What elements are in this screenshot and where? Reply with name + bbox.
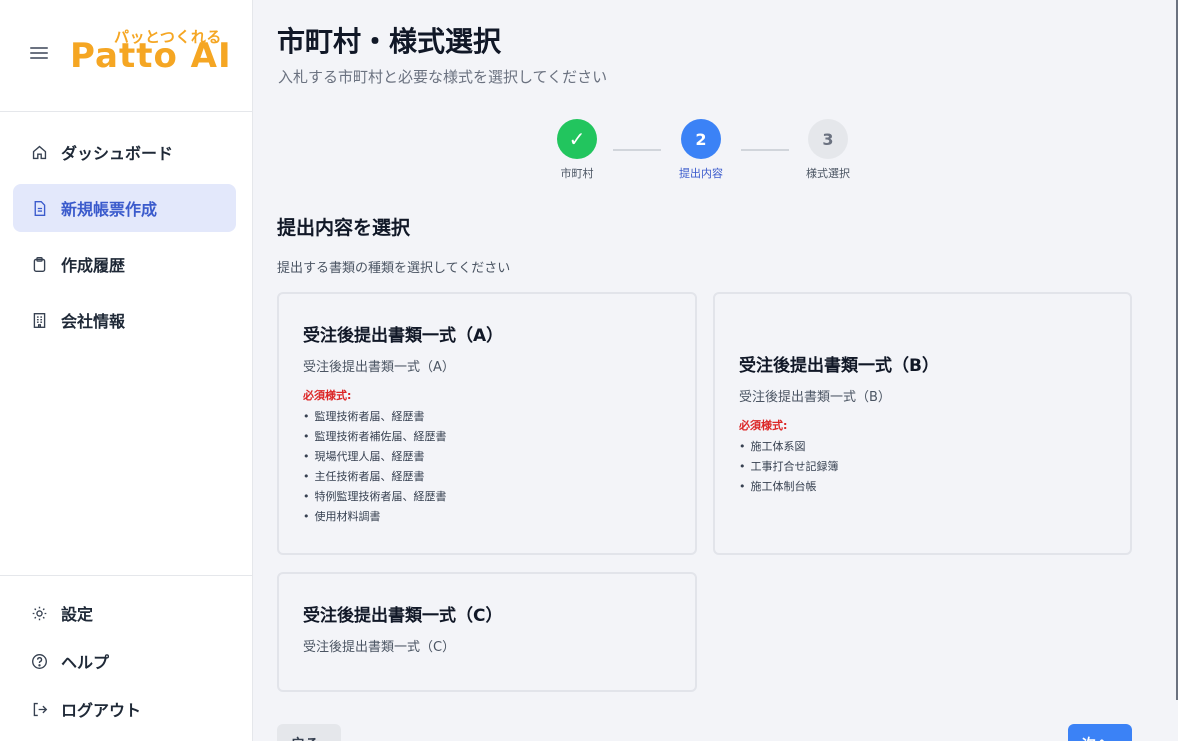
page-title: 市町村・様式選択 xyxy=(277,25,502,58)
sidebar-nav: ダッシュボード 新規帳票作成 作成履歴 会社情報 xyxy=(13,128,236,352)
logo-wordmark: Patto AI xyxy=(70,36,232,76)
list-item: 監理技術者届、経歴書 xyxy=(303,407,671,427)
sidebar-item-label: ダッシュボード xyxy=(61,144,174,163)
sidebar-item-settings[interactable]: 設定 xyxy=(13,589,236,637)
step-municipality[interactable]: ✓ 市町村 xyxy=(537,119,617,181)
required-label: 必須様式: xyxy=(739,419,788,432)
required-list: 施工体系図 工事打合せ記録簿 施工体制台帳 xyxy=(739,437,1106,497)
sidebar-item-company[interactable]: 会社情報 xyxy=(13,296,236,344)
list-item: 監理技術者補佐届、経歴書 xyxy=(303,427,671,447)
option-card-c[interactable]: 受注後提出書類一式（C） 受注後提出書類一式（C） xyxy=(277,572,697,692)
help-icon xyxy=(31,653,48,670)
document-icon xyxy=(31,200,48,217)
card-title: 受注後提出書類一式（A） xyxy=(303,326,504,346)
progress-stepper: ✓ 市町村 2 提出内容 3 様式選択 xyxy=(253,119,1178,189)
menu-toggle-icon[interactable] xyxy=(30,44,48,62)
step-label: 市町村 xyxy=(560,167,594,180)
card-title: 受注後提出書類一式（C） xyxy=(303,606,503,626)
main-content: 市町村・様式選択 入札する市町村と必要な様式を選択してください ✓ 市町村 2 … xyxy=(253,0,1178,741)
step-submission[interactable]: 2 提出内容 xyxy=(661,119,741,181)
option-card-b[interactable]: 受注後提出書類一式（B） 受注後提出書類一式（B） 必須様式: 施工体系図 工事… xyxy=(713,292,1132,555)
back-button[interactable]: 戻る xyxy=(277,724,341,741)
logout-icon xyxy=(31,701,48,718)
sidebar-item-history[interactable]: 作成履歴 xyxy=(13,240,236,288)
sidebar-item-new-form[interactable]: 新規帳票作成 xyxy=(13,184,236,232)
sidebar-bottom: 設定 ヘルプ ログアウト xyxy=(0,575,253,733)
sidebar-item-label: 設定 xyxy=(61,605,94,624)
list-item: 主任技術者届、経歴書 xyxy=(303,467,671,487)
app-logo[interactable]: パッとつくれる Patto AI xyxy=(70,22,232,82)
list-item: 工事打合せ記録簿 xyxy=(739,457,1106,477)
option-card-a[interactable]: 受注後提出書類一式（A） 受注後提出書類一式（A） 必須様式: 監理技術者届、経… xyxy=(277,292,697,555)
sidebar-item-label: 新規帳票作成 xyxy=(61,200,158,219)
sidebar-item-dashboard[interactable]: ダッシュボード xyxy=(13,128,236,176)
list-item: 特例監理技術者届、経歴書 xyxy=(303,487,671,507)
card-subtitle: 受注後提出書類一式（A） xyxy=(303,360,455,375)
check-icon: ✓ xyxy=(557,119,597,159)
list-item: 現場代理人届、経歴書 xyxy=(303,447,671,467)
home-icon xyxy=(31,144,48,161)
card-subtitle: 受注後提出書類一式（C） xyxy=(303,640,456,655)
sidebar-item-label: ヘルプ xyxy=(61,653,110,672)
list-item: 使用材料調書 xyxy=(303,507,671,527)
step-label: 様式選択 xyxy=(806,167,850,180)
card-subtitle: 受注後提出書類一式（B） xyxy=(739,390,891,405)
sidebar-item-help[interactable]: ヘルプ xyxy=(13,637,236,685)
next-button[interactable]: 次へ xyxy=(1068,724,1132,741)
section-subtitle: 提出する書類の種類を選択してください xyxy=(277,261,511,276)
sidebar-item-label: 会社情報 xyxy=(61,312,126,331)
list-item: 施工体制台帳 xyxy=(739,477,1106,497)
brand-area: パッとつくれる Patto AI xyxy=(0,0,252,112)
sidebar: パッとつくれる Patto AI ダッシュボード 新規帳票作成 作成履歴 会社情… xyxy=(0,0,253,741)
step-connector xyxy=(741,149,789,151)
step-number: 3 xyxy=(808,119,848,159)
step-form-select[interactable]: 3 様式選択 xyxy=(788,119,868,181)
required-list: 監理技術者届、経歴書 監理技術者補佐届、経歴書 現場代理人届、経歴書 主任技術者… xyxy=(303,407,671,527)
section-title: 提出内容を選択 xyxy=(277,217,411,239)
building-icon xyxy=(31,312,48,329)
page-subtitle: 入札する市町村と必要な様式を選択してください xyxy=(278,68,608,86)
list-item: 施工体系図 xyxy=(739,437,1106,457)
card-title: 受注後提出書類一式（B） xyxy=(739,356,939,376)
step-number: 2 xyxy=(681,119,721,159)
required-label: 必須様式: xyxy=(303,389,352,402)
clipboard-icon xyxy=(31,256,48,273)
sidebar-item-label: ログアウト xyxy=(61,701,142,720)
sidebar-item-logout[interactable]: ログアウト xyxy=(13,685,236,733)
step-label: 提出内容 xyxy=(679,167,723,180)
sidebar-item-label: 作成履歴 xyxy=(61,256,126,275)
gear-icon xyxy=(31,605,48,622)
step-connector xyxy=(613,149,661,151)
